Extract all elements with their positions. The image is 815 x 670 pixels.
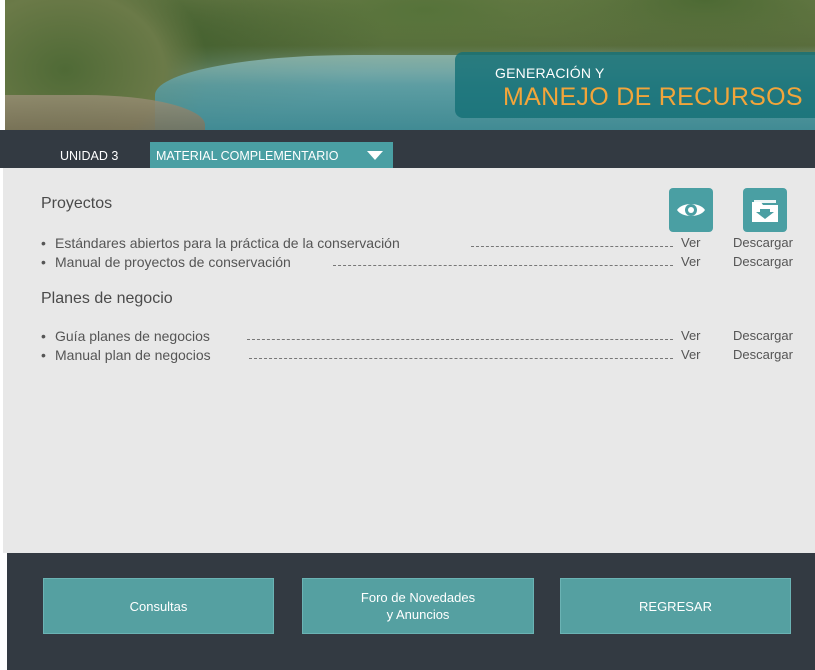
foro-label: Foro de Novedades y Anuncios bbox=[360, 590, 476, 622]
list-item: • Estándares abiertos para la práctica d… bbox=[41, 235, 803, 253]
ver-link[interactable]: Ver bbox=[681, 235, 701, 250]
nav-bar: UNIDAD 3 MATERIAL COMPLEMENTARIO bbox=[0, 130, 815, 168]
unit-label: UNIDAD 3 bbox=[60, 149, 119, 163]
bullet: • bbox=[41, 254, 46, 270]
descargar-link[interactable]: Descargar bbox=[733, 235, 793, 250]
caret-down-icon[interactable] bbox=[367, 151, 383, 160]
consultas-label: Consultas bbox=[129, 598, 188, 614]
list-item: • Manual de proyectos de conservación Ve… bbox=[41, 254, 803, 272]
descargar-link[interactable]: Descargar bbox=[733, 254, 793, 269]
section-title-proyectos: Proyectos bbox=[41, 195, 113, 212]
ver-link[interactable]: Ver bbox=[681, 347, 701, 362]
ver-link[interactable]: Ver bbox=[681, 328, 701, 343]
item-label: Estándares abiertos para la práctica de … bbox=[55, 235, 400, 251]
eye-icon[interactable] bbox=[669, 188, 713, 232]
regresar-label: REGRESAR bbox=[639, 598, 712, 614]
list-item: • Manual plan de negocios Ver Descargar bbox=[41, 347, 803, 365]
material-complementario-tab[interactable]: MATERIAL COMPLEMENTARIO bbox=[150, 142, 393, 168]
descargar-link[interactable]: Descargar bbox=[733, 328, 793, 343]
footer-bar: Consultas Foro de Novedades y Anuncios R… bbox=[7, 553, 815, 670]
tab-label: MATERIAL COMPLEMENTARIO bbox=[156, 149, 339, 163]
bullet: • bbox=[41, 347, 46, 363]
item-label: Guía planes de negocios bbox=[55, 328, 210, 344]
content-panel: Proyectos • Estándares abiertos para la … bbox=[3, 168, 815, 553]
item-label: Manual plan de negocios bbox=[55, 347, 211, 363]
leader-dots bbox=[333, 265, 673, 266]
ver-link[interactable]: Ver bbox=[681, 254, 701, 269]
course-title-line2: MANEJO DE RECURSOS bbox=[503, 83, 803, 111]
section-title-planes: Planes de negocio bbox=[41, 290, 173, 307]
download-folder-icon[interactable] bbox=[743, 188, 787, 232]
course-title-box: GENERACIÓN Y MANEJO DE RECURSOS bbox=[455, 52, 815, 118]
list-item: • Guía planes de negocios Ver Descargar bbox=[41, 328, 803, 346]
item-label: Manual de proyectos de conservación bbox=[55, 254, 291, 270]
leader-dots bbox=[471, 246, 673, 247]
descargar-link[interactable]: Descargar bbox=[733, 347, 793, 362]
consultas-button[interactable]: Consultas bbox=[43, 578, 274, 634]
regresar-button[interactable]: REGRESAR bbox=[560, 578, 791, 634]
bullet: • bbox=[41, 235, 46, 251]
leader-dots bbox=[249, 358, 673, 359]
course-title-line1: GENERACIÓN Y bbox=[495, 65, 605, 81]
foro-button[interactable]: Foro de Novedades y Anuncios bbox=[302, 578, 534, 634]
bullet: • bbox=[41, 328, 46, 344]
leader-dots bbox=[247, 339, 673, 340]
